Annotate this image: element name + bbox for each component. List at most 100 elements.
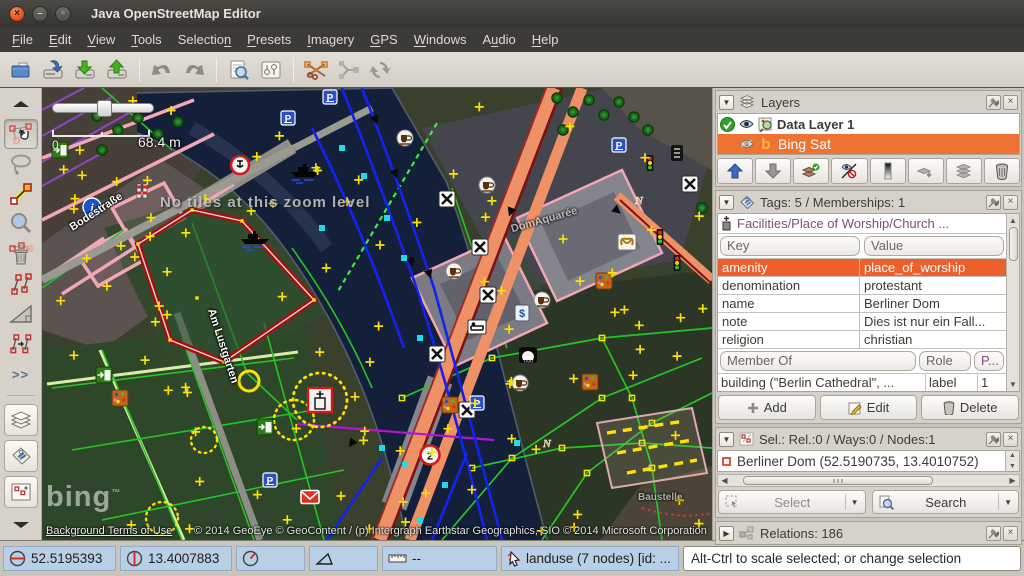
menu-view[interactable]: View <box>79 29 123 50</box>
tool-parallel[interactable] <box>4 329 38 359</box>
position-header[interactable]: P... <box>974 351 1004 371</box>
minimize-button[interactable]: – <box>32 6 48 22</box>
tag-row[interactable]: noteDies ist nur ein Fall... <box>718 312 1006 330</box>
sticky-pin-button[interactable] <box>986 195 1001 210</box>
map-render: P <box>42 88 712 540</box>
close-button[interactable]: × <box>9 6 25 22</box>
tag-row[interactable]: amenityplace_of_worship <box>718 258 1006 276</box>
value-column-header[interactable]: Value <box>864 236 1004 256</box>
tool-lasso[interactable] <box>4 149 38 179</box>
menu-help[interactable]: Help <box>524 29 567 50</box>
menu-windows[interactable]: Windows <box>406 29 475 50</box>
tool-draw-node[interactable] <box>4 179 38 209</box>
undo-button[interactable] <box>146 55 178 85</box>
menu-presets[interactable]: Presets <box>239 29 299 50</box>
layer-row-data[interactable]: Data Layer 1 <box>718 114 1019 134</box>
merge-layer-button[interactable] <box>793 158 829 184</box>
key-column-header[interactable]: Key <box>720 236 860 256</box>
close-panel-button[interactable]: × <box>1003 526 1018 541</box>
scroll-up-arrow[interactable]: ▲ <box>1009 214 1017 227</box>
close-panel-button[interactable]: × <box>1003 432 1018 447</box>
tool-zoom[interactable] <box>4 209 38 239</box>
download-primitive-button[interactable] <box>37 55 69 85</box>
move-layer-up-button[interactable] <box>717 158 753 184</box>
menu-selection[interactable]: Selection <box>170 29 239 50</box>
scroll-right-arrow[interactable]: ▶ <box>1006 476 1019 485</box>
preferences-button[interactable] <box>255 55 287 85</box>
up-triangle-icon <box>11 100 31 108</box>
dropdown-arrow-icon[interactable]: ▼ <box>845 494 859 510</box>
collapse-selection-button[interactable]: ▼ <box>719 432 734 447</box>
cafe-icon <box>397 130 413 146</box>
move-layer-down-button[interactable] <box>755 158 791 184</box>
menu-tools[interactable]: Tools <box>123 29 169 50</box>
add-tag-button[interactable]: Add <box>718 395 816 420</box>
maximize-button[interactable]: ▫ <box>55 6 71 22</box>
membership-row[interactable]: building ("Berlin Cathedral", ... label … <box>718 373 1006 391</box>
tool-select[interactable] <box>4 119 38 149</box>
scroll-down-button[interactable] <box>4 510 38 540</box>
close-panel-button[interactable]: × <box>1003 195 1018 210</box>
sticky-pin-button[interactable] <box>986 95 1001 110</box>
member-of-header[interactable]: Member Of <box>720 351 916 371</box>
selected-node-berliner-dom[interactable] <box>308 388 332 412</box>
menu-gps[interactable]: GPS <box>362 29 405 50</box>
layer-row-bing[interactable]: b Bing Sat <box>718 134 1019 154</box>
download-button[interactable] <box>69 55 101 85</box>
search-button[interactable] <box>223 55 255 85</box>
toggle-layers-panel-button[interactable] <box>4 404 38 436</box>
upload-button[interactable] <box>101 55 133 85</box>
selection-list-item[interactable]: Berliner Dom (52.5190735, 13.4010752) <box>718 454 1005 469</box>
role-header[interactable]: Role <box>919 351 971 371</box>
split-way-button[interactable] <box>300 55 332 85</box>
scroll-down-arrow[interactable]: ▼ <box>1009 378 1017 391</box>
tags-scrollbar[interactable]: ▲ ▼ <box>1006 214 1019 391</box>
toggle-selection-panel-button[interactable] <box>4 476 38 508</box>
expand-relations-button[interactable]: ▶ <box>719 526 734 541</box>
visibility-eye-icon[interactable] <box>739 118 754 130</box>
more-tools-button[interactable]: >> <box>4 359 38 389</box>
layer-convert-button[interactable] <box>946 158 982 184</box>
delete-layer-button[interactable] <box>984 158 1020 184</box>
terms-of-use-link[interactable]: Background Terms of Use <box>46 525 172 537</box>
collapse-tags-button[interactable]: ▼ <box>719 195 734 210</box>
search-button[interactable]: Search ▼ <box>872 490 1020 514</box>
zoom-slider[interactable] <box>52 103 154 113</box>
toggle-tags-panel-button[interactable] <box>4 440 38 472</box>
scroll-thumb[interactable] <box>1009 227 1018 261</box>
edit-tag-button[interactable]: Edit <box>820 395 918 420</box>
open-file-button[interactable] <box>5 55 37 85</box>
delete-tag-button[interactable]: Delete <box>921 395 1019 420</box>
selection-scrollbar[interactable]: ▲▼ <box>1005 451 1019 471</box>
tag-row[interactable]: nameBerliner Dom <box>718 294 1006 312</box>
duplicate-layer-button[interactable] <box>908 158 944 184</box>
collapse-layers-button[interactable]: ▼ <box>719 95 734 110</box>
close-panel-button[interactable]: × <box>1003 95 1018 110</box>
toggle-visibility-button[interactable] <box>831 158 867 184</box>
scroll-thumb[interactable] <box>743 476 933 485</box>
scroll-left-arrow[interactable]: ◀ <box>718 476 731 485</box>
visibility-eye-icon[interactable] <box>739 138 754 150</box>
combine-way-button[interactable] <box>332 55 364 85</box>
tag-row[interactable]: religionchristian <box>718 330 1006 348</box>
tool-delete[interactable] <box>4 239 38 269</box>
tool-unglue[interactable] <box>4 269 38 299</box>
menu-file[interactable]: File <box>4 29 41 50</box>
menu-imagery[interactable]: Imagery <box>299 29 362 50</box>
sticky-pin-button[interactable] <box>986 526 1001 541</box>
sticky-pin-button[interactable] <box>986 432 1001 447</box>
menu-audio[interactable]: Audio <box>474 29 523 50</box>
refresh-button[interactable] <box>364 55 396 85</box>
map-canvas[interactable]: P <box>42 88 712 540</box>
redo-button[interactable] <box>178 55 210 85</box>
menu-edit[interactable]: Edit <box>41 29 79 50</box>
scroll-up-button[interactable] <box>4 89 38 119</box>
selection-hscrollbar[interactable]: ◀ ▶ <box>717 474 1020 487</box>
dropdown-arrow-icon[interactable]: ▼ <box>998 494 1012 510</box>
zoom-slider-thumb[interactable] <box>97 100 112 117</box>
preset-link[interactable]: Facilities/Place of Worship/Church ... <box>718 214 1006 234</box>
tool-extrude[interactable] <box>4 299 38 329</box>
layer-opacity-button[interactable] <box>870 158 906 184</box>
select-button[interactable]: Select ▼ <box>718 490 866 514</box>
tag-row[interactable]: denominationprotestant <box>718 276 1006 294</box>
